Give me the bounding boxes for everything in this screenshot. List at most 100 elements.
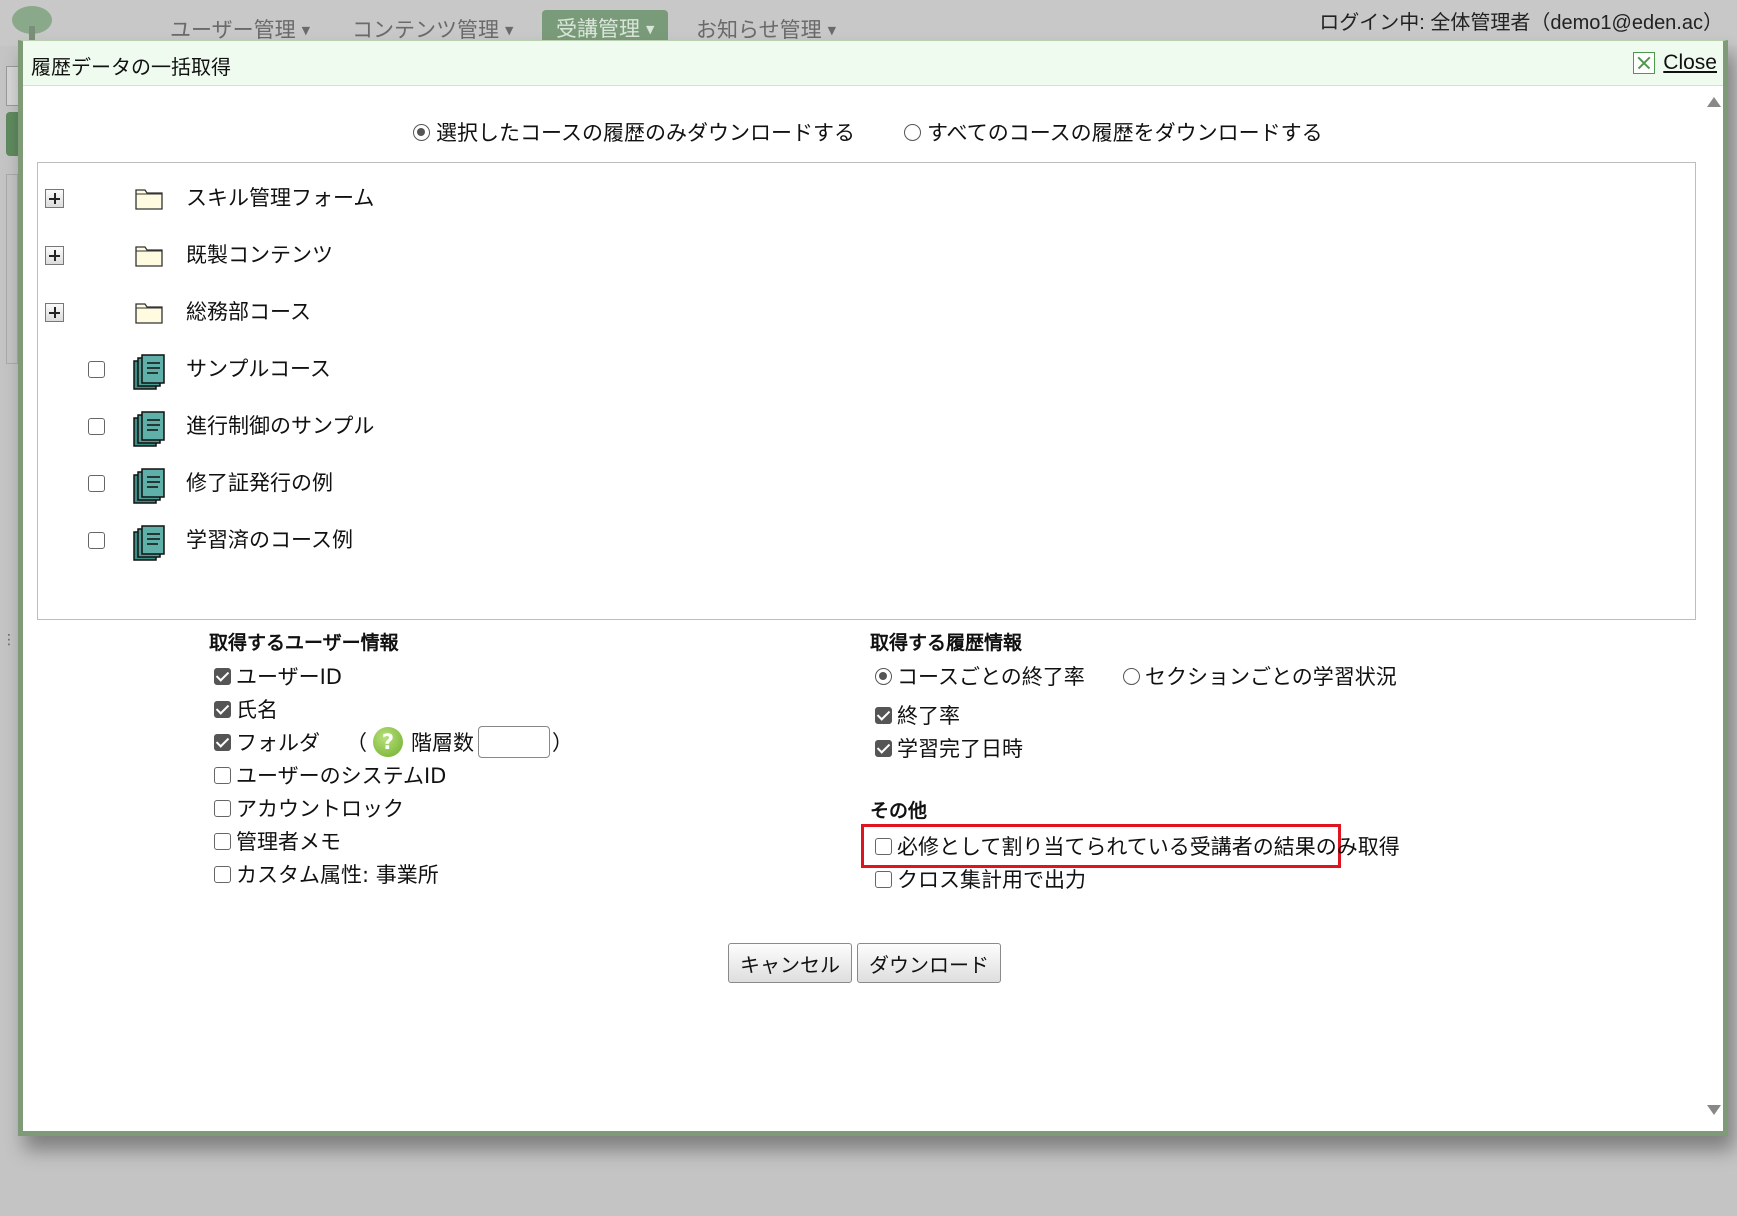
course-checkbox[interactable] <box>88 361 105 378</box>
tree-folder-row[interactable]: スキル管理フォーム <box>38 180 1695 220</box>
tree-label[interactable]: 既製コンテンツ <box>186 241 333 269</box>
option-label: ユーザーのシステムID <box>236 764 447 788</box>
question-icon[interactable]: ? <box>373 727 403 757</box>
tree-label[interactable]: サンプルコース <box>186 355 331 383</box>
course-checkbox[interactable] <box>88 475 105 492</box>
expand-plus-icon[interactable] <box>45 189 64 208</box>
open-paren: （ <box>346 731 367 755</box>
other-option[interactable]: クロス集計用で出力 <box>875 864 1086 894</box>
tree-course-row[interactable]: 進行制御のサンプル <box>38 408 1695 448</box>
tree-folder-row[interactable]: 総務部コース <box>38 294 1695 334</box>
tree-course-row[interactable]: 学習済のコース例 <box>38 522 1695 562</box>
course-book-icon <box>133 411 165 447</box>
tree-folder-row[interactable]: 既製コンテンツ <box>38 237 1695 277</box>
bulk-history-dialog: 履歴データの一括取得 Close 選択したコースの履歴のみダウンロードする すべ… <box>18 40 1728 1136</box>
completion-rate-checkbox[interactable] <box>875 706 892 724</box>
course-book-icon <box>133 525 165 561</box>
tree-label[interactable]: 総務部コース <box>186 298 311 326</box>
scroll-down-icon[interactable] <box>1707 1105 1721 1115</box>
user-id-checkbox[interactable] <box>214 667 231 685</box>
history-info-option[interactable]: 終了率 <box>875 700 960 730</box>
dialog-title: 履歴データの一括取得 <box>31 55 231 79</box>
tree-logo-icon <box>12 6 52 44</box>
option-label: カスタム属性: 事業所 <box>236 863 439 887</box>
bg-panel <box>6 174 18 364</box>
option-label: アカウントロック <box>236 797 404 821</box>
expand-plus-icon[interactable] <box>45 303 64 322</box>
cancel-button[interactable]: キャンセル <box>728 943 852 983</box>
tree-course-row[interactable]: サンプルコース <box>38 351 1695 391</box>
depth-label: 階層数 <box>411 731 474 755</box>
radio-section-status[interactable] <box>1123 667 1140 685</box>
nav-label: お知らせ管理 <box>696 18 822 42</box>
option-label: コースごとの終了率 <box>897 665 1085 689</box>
folder-checkbox[interactable] <box>214 733 231 751</box>
dialog-titlebar: 履歴データの一括取得 Close <box>23 41 1723 86</box>
radio-all-courses[interactable] <box>904 123 921 141</box>
close-label[interactable]: Close <box>1663 51 1717 75</box>
name-checkbox[interactable] <box>214 700 231 718</box>
caret-down-icon: ▼ <box>646 23 655 36</box>
user-info-option[interactable]: アカウントロック <box>214 793 404 823</box>
history-info-heading: 取得する履歴情報 <box>870 632 1023 654</box>
tree-label[interactable]: 修了証発行の例 <box>186 469 333 497</box>
caret-down-icon: ▼ <box>827 24 837 37</box>
nav-label: 受講管理 <box>556 17 640 41</box>
cross-tab-checkbox[interactable] <box>875 870 892 888</box>
caret-down-icon: ▼ <box>505 24 514 37</box>
option-label: フォルダ <box>236 731 320 755</box>
system-id-checkbox[interactable] <box>214 766 231 784</box>
history-info-option[interactable]: 学習完了日時 <box>875 733 1023 763</box>
history-mode-option[interactable]: セクションごとの学習状況 <box>1123 661 1397 691</box>
user-info-option[interactable]: ユーザーのシステムID <box>214 760 446 790</box>
radio-selected-courses[interactable] <box>413 123 430 141</box>
scope-option-selected[interactable]: 選択したコースの履歴のみダウンロードする <box>413 117 855 147</box>
tree-course-row[interactable]: 修了証発行の例 <box>38 465 1695 505</box>
required-only-checkbox[interactable] <box>875 837 892 855</box>
option-label: ユーザーID <box>236 665 342 689</box>
course-checkbox[interactable] <box>88 418 105 435</box>
tree-label[interactable]: 学習済のコース例 <box>186 526 353 554</box>
nav-label: コンテンツ管理 <box>352 18 499 42</box>
folder-icon <box>135 246 163 267</box>
tree-label[interactable]: スキル管理フォーム <box>186 184 374 212</box>
option-label: 学習完了日時 <box>897 737 1023 761</box>
admin-memo-checkbox[interactable] <box>214 832 231 850</box>
user-info-option[interactable]: ユーザーID <box>214 661 342 691</box>
close-paren: ） <box>552 731 573 755</box>
nav-label: ユーザー管理 <box>170 18 296 42</box>
account-lock-checkbox[interactable] <box>214 799 231 817</box>
radio-course-completion[interactable] <box>875 667 892 685</box>
option-label: セクションごとの学習状況 <box>1145 665 1397 689</box>
caret-down-icon: ▼ <box>301 24 311 37</box>
scope-option-all[interactable]: すべてのコースの履歴をダウンロードする <box>904 117 1323 147</box>
course-book-icon <box>133 468 165 504</box>
option-label: クロス集計用で出力 <box>897 868 1086 892</box>
course-book-icon <box>133 354 165 390</box>
user-info-option[interactable]: カスタム属性: 事業所 <box>214 859 439 889</box>
download-button[interactable]: ダウンロード <box>857 943 1001 983</box>
user-info-option[interactable]: フォルダ （ ? 階層数 ） <box>214 726 573 758</box>
user-info-heading: 取得するユーザー情報 <box>209 632 399 654</box>
depth-input[interactable] <box>478 726 550 758</box>
other-option[interactable]: 必修として割り当てられている受講者の結果のみ取得 <box>875 831 1400 861</box>
close-button[interactable]: Close <box>1633 50 1717 76</box>
close-icon[interactable] <box>1633 52 1656 74</box>
tree-label[interactable]: 進行制御のサンプル <box>186 412 374 440</box>
course-tree: スキル管理フォーム 既製コンテンツ 総務部コース サンプルコース 進行制御のサン… <box>37 162 1696 620</box>
user-info-option[interactable]: 管理者メモ <box>214 826 341 856</box>
radio-label: すべてのコースの履歴をダウンロードする <box>927 121 1323 145</box>
completion-date-checkbox[interactable] <box>875 739 892 757</box>
user-info-option[interactable]: 氏名 <box>214 694 278 724</box>
option-label: 終了率 <box>897 704 960 728</box>
custom-attr-checkbox[interactable] <box>214 865 231 883</box>
history-mode-option[interactable]: コースごとの終了率 <box>875 661 1085 691</box>
option-label: 管理者メモ <box>236 830 341 854</box>
expand-plus-icon[interactable] <box>45 246 64 265</box>
radio-label: 選択したコースの履歴のみダウンロードする <box>436 121 855 145</box>
scroll-up-icon[interactable] <box>1707 97 1721 107</box>
folder-icon <box>135 303 163 324</box>
course-checkbox[interactable] <box>88 532 105 549</box>
other-heading: その他 <box>870 800 928 822</box>
login-status: ログイン中: 全体管理者（demo1@eden.ac） <box>1319 12 1723 34</box>
